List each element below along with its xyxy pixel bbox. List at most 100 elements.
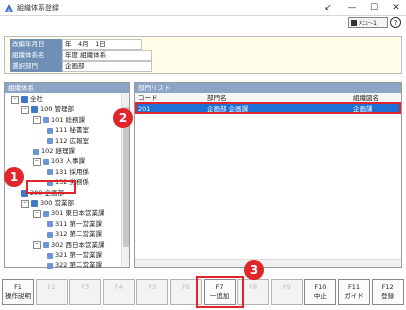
tree-item-label: 301 東日本営業課 bbox=[51, 209, 105, 218]
fkey-number: F12 bbox=[381, 283, 394, 291]
fkey-f12-button[interactable]: F12 登録 bbox=[371, 279, 404, 305]
tree-item-label: 302 西日本営業課 bbox=[51, 240, 105, 249]
fkey-label: 登録 bbox=[381, 292, 395, 300]
org-unit-icon bbox=[47, 127, 53, 134]
org-unit-icon bbox=[43, 117, 49, 124]
menu-label: ﾒﾆｭｰ-1 bbox=[359, 20, 377, 27]
list-panel-title: 部門リスト bbox=[135, 83, 401, 93]
tree-item-label: 全社 bbox=[30, 95, 43, 103]
maximize-icon[interactable]: ☐ bbox=[364, 1, 384, 15]
org-unit-icon bbox=[31, 200, 38, 207]
highlight-box-1 bbox=[26, 180, 76, 194]
app-icon bbox=[4, 3, 14, 13]
org-unit-icon bbox=[33, 148, 39, 155]
change-date-field[interactable]: 年 4月 1日 bbox=[62, 39, 142, 50]
list-scrollbar[interactable] bbox=[135, 259, 401, 267]
fkey-number: F10 bbox=[314, 283, 327, 291]
tree-item-label: 112 広報室 bbox=[55, 136, 89, 145]
fkey-label: 操作説明 bbox=[5, 292, 31, 300]
org-unit-icon bbox=[43, 242, 49, 249]
tree-item-label: 111 秘書室 bbox=[55, 126, 89, 135]
fkey-f10-button[interactable]: F10 中止 bbox=[304, 279, 337, 305]
tree-item[interactable]: 112 広報室 bbox=[47, 136, 89, 147]
header-panel: 改編年月日 年 4月 1日 組織体系名 年度 組織体系 選択部門 企画部 bbox=[4, 36, 402, 74]
step-badge-1: 1 bbox=[4, 167, 24, 187]
fkey-f1-button[interactable]: F1 操作説明 bbox=[2, 279, 34, 305]
selected-dept-field: 企画部 bbox=[62, 61, 152, 72]
highlight-box-2 bbox=[135, 102, 401, 114]
collapse-icon[interactable]: − bbox=[21, 199, 29, 208]
fkey-label: 中止 bbox=[313, 292, 327, 300]
fkey-number: F2 bbox=[47, 283, 56, 291]
tree-item[interactable]: − 301 東日本営業課 bbox=[33, 208, 104, 219]
fkey-label: ガイド bbox=[344, 292, 364, 300]
tree-item-label: 300 営業部 bbox=[40, 199, 74, 207]
org-unit-icon bbox=[47, 138, 53, 145]
minimize-icon[interactable]: — bbox=[342, 1, 362, 15]
fkey-f11-button[interactable]: F11 ガイド bbox=[338, 279, 370, 305]
tree-item[interactable]: 321 第一営業課 bbox=[47, 250, 102, 261]
collapse-icon[interactable]: − bbox=[33, 116, 41, 125]
window-title: 組織体系登録 bbox=[17, 4, 59, 12]
change-date-label: 改編年月日 bbox=[10, 39, 62, 50]
tree-item[interactable]: 312 第二営業課 bbox=[47, 229, 102, 240]
fkey-number: F3 bbox=[81, 283, 90, 291]
selected-dept-label: 選択部門 bbox=[10, 61, 62, 72]
tree-item[interactable]: − 300 営業部 bbox=[21, 198, 74, 209]
fkey-f3-button[interactable]: F3 bbox=[69, 279, 102, 305]
step-badge-3: 3 bbox=[244, 260, 264, 280]
collapse-icon[interactable]: − bbox=[33, 209, 41, 218]
fkey-number: F9 bbox=[282, 283, 291, 291]
menu-button[interactable]: ﾒﾆｭｰ-1 bbox=[348, 17, 388, 28]
fkey-number: F1 bbox=[14, 283, 22, 291]
tree-item[interactable]: 111 秘書室 bbox=[47, 125, 89, 136]
tree-item-label: 103 人事課 bbox=[51, 157, 85, 166]
org-unit-icon bbox=[47, 252, 53, 259]
tree-panel-title: 組織体系 bbox=[5, 83, 129, 93]
tree-item[interactable]: 131 採用係 bbox=[47, 167, 89, 178]
tree-item-label: 102 経理課 bbox=[41, 147, 75, 155]
fkey-f2-button[interactable]: F2 bbox=[35, 279, 68, 305]
help-icon[interactable]: ? bbox=[390, 17, 401, 28]
tree-item-label: 131 採用係 bbox=[55, 167, 89, 176]
tree-item-label: 100 管理部 bbox=[40, 105, 74, 114]
tree-item[interactable]: 322 第二営業課 bbox=[47, 260, 102, 271]
tree-item[interactable]: − 100 管理部 bbox=[21, 104, 74, 115]
menu-icon bbox=[351, 19, 357, 26]
tree-item[interactable]: 311 第一営業課 bbox=[47, 219, 102, 230]
close-icon[interactable]: ✕ bbox=[386, 1, 406, 15]
org-unit-icon bbox=[47, 262, 53, 269]
toolbar bbox=[0, 16, 406, 30]
fkey-number: F5 bbox=[148, 283, 157, 291]
tree-item-label: 322 第二営業課 bbox=[55, 261, 102, 270]
org-unit-icon bbox=[43, 210, 49, 217]
collapse-icon[interactable]: − bbox=[11, 95, 19, 104]
org-unit-icon bbox=[21, 96, 28, 103]
tree-scroll-thumb[interactable] bbox=[123, 107, 129, 247]
fkey-number: F4 bbox=[114, 283, 123, 291]
collapse-icon[interactable]: − bbox=[33, 157, 41, 166]
fkey-f9-button[interactable]: F9 bbox=[270, 279, 303, 305]
fkey-f4-button[interactable]: F4 bbox=[102, 279, 135, 305]
org-unit-icon bbox=[47, 169, 53, 176]
fkey-f5-button[interactable]: F5 bbox=[136, 279, 169, 305]
tree-item[interactable]: − 101 総務課 bbox=[33, 115, 85, 126]
tree-item-label: 101 総務課 bbox=[51, 115, 85, 124]
tree-item-label: 321 第一営業課 bbox=[55, 251, 102, 259]
tree-item[interactable]: − 103 人事課 bbox=[33, 156, 85, 167]
restore-arrow-icon[interactable]: ↙ bbox=[318, 1, 338, 15]
org-unit-icon bbox=[47, 221, 53, 228]
tree-item-label: 311 第一営業課 bbox=[55, 219, 102, 228]
org-unit-icon bbox=[47, 231, 53, 238]
org-name-label: 組織体系名 bbox=[10, 50, 62, 61]
org-unit-icon bbox=[31, 106, 38, 114]
tree-item[interactable]: 102 経理課 bbox=[33, 146, 75, 157]
fkey-number: F11 bbox=[347, 283, 360, 291]
org-name-field[interactable]: 年度 組織体系 bbox=[62, 50, 152, 61]
step-badge-2: 2 bbox=[113, 108, 133, 128]
highlight-box-3 bbox=[196, 276, 244, 308]
tree-item[interactable]: − 全社 bbox=[11, 94, 43, 105]
collapse-icon[interactable]: − bbox=[33, 241, 41, 250]
collapse-icon[interactable]: − bbox=[21, 105, 29, 114]
tree-item[interactable]: − 302 西日本営業課 bbox=[33, 240, 104, 251]
